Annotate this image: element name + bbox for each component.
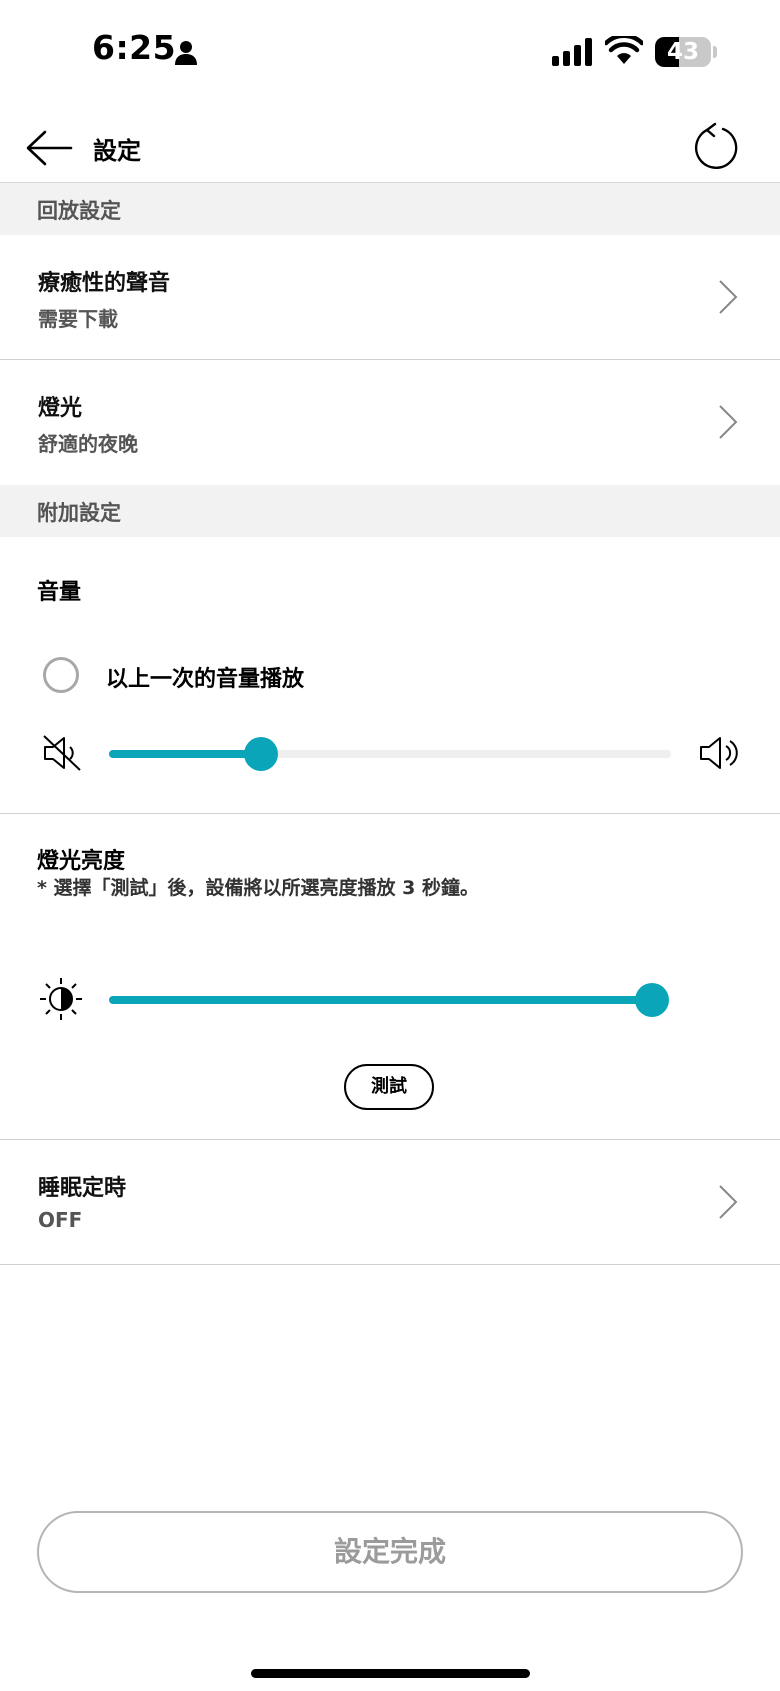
brightness-note: * 選擇「測試」後，設備將以所選亮度播放 3 秒鐘。 [37,877,480,899]
wifi-icon [605,36,643,64]
list-item-healing-sounds[interactable]: 療癒性的聲音 需要下載 [0,235,780,359]
volume-slider[interactable] [109,737,671,771]
section-header-additional: 附加設定 [0,485,780,537]
row-title: 燈光 [38,396,83,421]
chevron-right-icon [719,280,738,314]
chevron-right-icon [719,405,738,439]
list-item-sleep-timer[interactable]: 睡眠定時 OFF [0,1140,780,1264]
last-volume-label[interactable]: 以上一次的音量播放 [106,661,304,693]
section-header-label: 回放設定 [37,199,121,223]
divider [0,813,780,814]
page-title: 設定 [93,137,141,165]
brightness-slider-thumb[interactable] [634,983,669,1017]
battery-icon: 43 [655,37,711,67]
signal-icon [552,38,592,66]
person-icon [175,41,197,65]
brightness-slider[interactable] [109,983,669,1017]
battery-tip [713,46,717,58]
list-item-light[interactable]: 燈光 舒適的夜晚 [0,360,780,484]
test-button[interactable]: 測試 [344,1064,434,1110]
row-subtitle: 舒適的夜晚 [38,432,138,456]
row-title: 療癒性的聲音 [38,271,171,296]
chevron-right-icon [719,1185,738,1219]
brightness-slider-fill [109,996,652,1004]
refresh-icon[interactable] [693,122,739,170]
speaker-mute-icon [43,735,81,771]
section-header-playback: 回放設定 [0,183,780,235]
volume-slider-thumb[interactable] [243,737,278,771]
volume-title: 音量 [37,580,82,605]
speaker-loud-icon [700,737,738,769]
divider [0,1264,780,1265]
back-arrow-icon[interactable] [25,128,73,168]
done-button[interactable]: 設定完成 [37,1511,743,1593]
brightness-icon [40,978,82,1020]
row-value: OFF [38,1208,83,1232]
battery-level: 43 [666,39,699,65]
volume-slider-fill [109,750,261,758]
home-indicator [251,1669,530,1678]
last-volume-radio[interactable] [43,657,79,693]
status-time: 6:25 [92,28,177,67]
row-title: 睡眠定時 [38,1176,127,1201]
row-subtitle: 需要下載 [38,307,118,331]
brightness-title: 燈光亮度 [37,849,126,874]
section-header-label: 附加設定 [37,501,121,525]
